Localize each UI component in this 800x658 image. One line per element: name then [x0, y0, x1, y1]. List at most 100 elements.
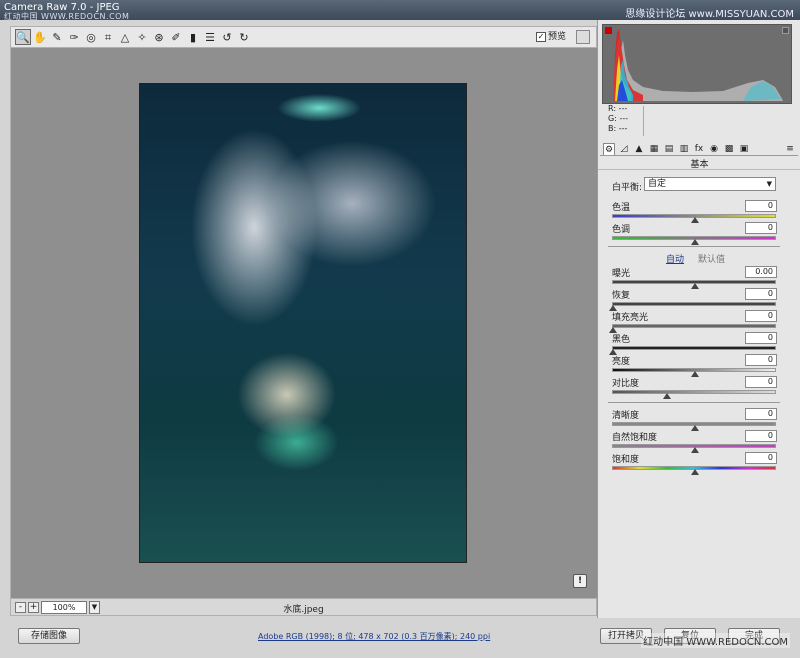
- panel-tabs: ≡ ⚙ ◿ ▲ ▦ ▤ ▥ fx ◉ ▩ ▣: [600, 142, 798, 156]
- slider-track[interactable]: [609, 324, 776, 333]
- slider-track[interactable]: [612, 280, 776, 289]
- panel-tab-5[interactable]: ▥: [678, 143, 690, 155]
- white-balance-value: 自定: [648, 179, 667, 189]
- red-eye-tool[interactable]: ⊛: [151, 29, 167, 45]
- rotate-ccw-tool[interactable]: ↺: [219, 29, 235, 45]
- slider-value-field[interactable]: 0.00: [745, 266, 777, 278]
- preferences-tool[interactable]: ☰: [202, 29, 218, 45]
- crop-tool[interactable]: ⌗: [100, 29, 116, 45]
- white-balance-label: 白平衡:: [612, 183, 643, 193]
- panel-tab-8[interactable]: ▩: [723, 143, 735, 155]
- panel-tab-0[interactable]: ⚙: [603, 143, 615, 155]
- graduated-filter-tool[interactable]: ▮: [185, 29, 201, 45]
- highlight-clipping-warning[interactable]: [782, 27, 789, 34]
- rgb-g: G: ---: [608, 114, 629, 123]
- adjustment-panel: R: --- G: --- B: --- ≡ ⚙ ◿ ▲ ▦ ▤ ▥ fx ◉ ▩ ▣ 基本 白平…: [597, 20, 800, 618]
- straighten-tool[interactable]: △: [117, 29, 133, 45]
- file-name: 水底.jpeg: [283, 605, 324, 615]
- adjustment-brush-tool[interactable]: ✐: [168, 29, 184, 45]
- slider-label: 自然饱和度: [612, 433, 658, 443]
- slider-label: 填充亮光: [612, 313, 649, 323]
- hand-tool[interactable]: ✋: [32, 29, 48, 45]
- panel-tab-3[interactable]: ▦: [648, 143, 660, 155]
- rgb-r: R: ---: [608, 104, 628, 113]
- fullscreen-button[interactable]: [576, 30, 590, 44]
- preview-checkbox[interactable]: ✓: [535, 31, 546, 42]
- panel-tab-4[interactable]: ▤: [663, 143, 675, 155]
- slider-track[interactable]: [612, 214, 776, 223]
- spot-removal-tool[interactable]: ✧: [134, 29, 150, 45]
- slider-thumb[interactable]: [691, 239, 699, 245]
- title-bar: Camera Raw 7.0 - JPEG 红动中国 WWW.REDOCN.CO…: [0, 0, 800, 21]
- slider-track[interactable]: [612, 422, 776, 431]
- watermark-left: 红动中国 WWW.REDOCN.COM: [4, 12, 130, 21]
- slider-label: 色温: [612, 203, 631, 213]
- panel-tab-9[interactable]: ▣: [738, 143, 750, 155]
- panel-menu-icon[interactable]: ≡: [785, 144, 795, 154]
- rgb-b: B: ---: [608, 124, 628, 133]
- slider-track[interactable]: [612, 368, 776, 377]
- preview-toggle[interactable]: ✓ 预览: [535, 31, 566, 45]
- slider-thumb[interactable]: [691, 469, 699, 475]
- slider-track[interactable]: [612, 236, 776, 245]
- slider-label: 恢复: [612, 291, 631, 301]
- white-balance-tool[interactable]: ✎: [49, 29, 65, 45]
- slider-label: 饱和度: [612, 455, 640, 465]
- slider-track[interactable]: [612, 390, 776, 399]
- shadow-clipping-warning[interactable]: [605, 27, 612, 34]
- slider-track[interactable]: [612, 444, 776, 453]
- preview-photo: [139, 83, 467, 563]
- slider-label: 对比度: [612, 379, 640, 389]
- slider-thumb[interactable]: [691, 217, 699, 223]
- slider-value-field[interactable]: 0: [745, 376, 777, 388]
- slider-label: 清晰度: [612, 411, 640, 421]
- panel-tab-2[interactable]: ▲: [633, 143, 645, 155]
- slider-value-field[interactable]: 0: [745, 200, 777, 212]
- rgb-separator: [643, 106, 644, 136]
- slider-thumb[interactable]: [691, 371, 699, 377]
- rotate-cw-tool[interactable]: ↻: [236, 29, 252, 45]
- divider-2: [608, 402, 780, 403]
- slider-value-field[interactable]: 0: [745, 222, 777, 234]
- targeted-adjustment-tool[interactable]: ◎: [83, 29, 99, 45]
- white-balance-select[interactable]: 自定 ▼: [644, 177, 776, 191]
- image-preview-area: !: [10, 48, 597, 598]
- default-button[interactable]: 默认值: [698, 252, 725, 265]
- panel-tab-7[interactable]: ◉: [708, 143, 720, 155]
- slider-thumb[interactable]: [691, 425, 699, 431]
- slider-track[interactable]: [612, 466, 776, 475]
- color-sampler-tool[interactable]: ✑: [66, 29, 82, 45]
- zoom-tool[interactable]: 🔍: [15, 29, 31, 45]
- slider-value-field[interactable]: 0: [745, 332, 777, 344]
- section-title: 基本: [598, 157, 800, 170]
- slider-value-field[interactable]: 0: [745, 310, 777, 322]
- slider-value-field[interactable]: 0: [745, 354, 777, 366]
- workflow-options-link[interactable]: Adobe RGB (1998); 8 位; 478 x 702 (0.3 百万…: [258, 631, 490, 642]
- slider-value-field[interactable]: 0: [745, 452, 777, 464]
- chevron-down-icon: ▼: [766, 180, 772, 188]
- slider-label: 亮度: [612, 357, 631, 367]
- histogram-graph: [613, 29, 783, 101]
- panel-tab-6[interactable]: fx: [693, 143, 705, 155]
- notice-icon[interactable]: !: [573, 574, 587, 588]
- watermark-bottom: 红动中国 WWW.REDOCN.COM: [641, 633, 790, 648]
- panel-tab-1[interactable]: ◿: [618, 143, 630, 155]
- rgb-readout: R: --- G: --- B: ---: [608, 104, 668, 134]
- slider-thumb[interactable]: [691, 283, 699, 289]
- slider-thumb[interactable]: [663, 393, 672, 399]
- watermark-right: 思缘设计论坛 www.MISSYUAN.COM: [625, 9, 794, 20]
- slider-track[interactable]: [609, 346, 776, 355]
- slider-value-field[interactable]: 0: [745, 430, 777, 442]
- slider-value-field[interactable]: 0: [745, 288, 777, 300]
- save-image-button[interactable]: 存储图像: [18, 628, 80, 644]
- bottom-bar: 存储图像 Adobe RGB (1998); 8 位; 478 x 702 (0…: [0, 620, 800, 658]
- slider-label: 色调: [612, 225, 631, 235]
- toolbar: 🔍 ✋ ✎ ✑ ◎ ⌗ △ ✧ ⊛ ✐ ▮ ☰ ↺ ↻ ✓ 预览: [10, 26, 597, 48]
- auto-button[interactable]: 自动: [666, 252, 684, 265]
- slider-value-field[interactable]: 0: [745, 408, 777, 420]
- slider-thumb[interactable]: [691, 447, 699, 453]
- histogram: [602, 24, 792, 104]
- slider-label: 黑色: [612, 335, 631, 345]
- slider-label: 曝光: [612, 269, 631, 279]
- slider-track[interactable]: [609, 302, 776, 311]
